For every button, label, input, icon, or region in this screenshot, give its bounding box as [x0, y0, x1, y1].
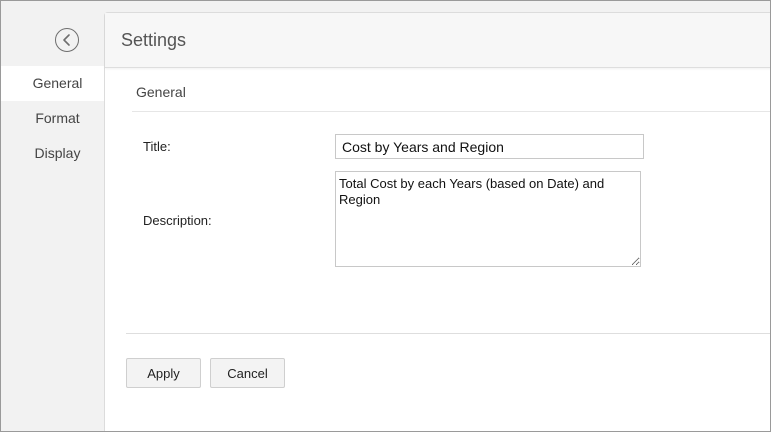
title-input[interactable] — [335, 134, 644, 159]
title-label: Title: — [143, 139, 171, 154]
sidebar-item-display[interactable]: Display — [1, 136, 104, 171]
page-title: Settings — [121, 30, 187, 50]
sidebar-item-label: Display — [34, 145, 81, 161]
section-title: General — [136, 84, 186, 100]
sidebar-item-format[interactable]: Format — [1, 101, 104, 136]
cancel-button[interactable]: Cancel — [210, 358, 285, 388]
section-divider — [132, 111, 770, 112]
sidebar-item-general[interactable]: General — [1, 66, 104, 101]
chevron-left-icon — [63, 34, 70, 46]
panel-header: Settings — [105, 13, 770, 68]
sidebar-item-label: Format — [35, 110, 80, 126]
description-textarea[interactable]: Total Cost by each Years (based on Date)… — [335, 171, 641, 267]
settings-panel: Settings General Title: Description: Tot… — [104, 12, 770, 431]
sidebar-item-label: General — [32, 75, 83, 91]
apply-button[interactable]: Apply — [126, 358, 201, 388]
footer-divider — [126, 333, 770, 334]
back-button[interactable] — [55, 28, 79, 52]
sidebar: General Format Display — [1, 1, 104, 431]
description-label: Description: — [143, 213, 212, 228]
settings-window: General Format Display Settings General … — [0, 0, 771, 432]
